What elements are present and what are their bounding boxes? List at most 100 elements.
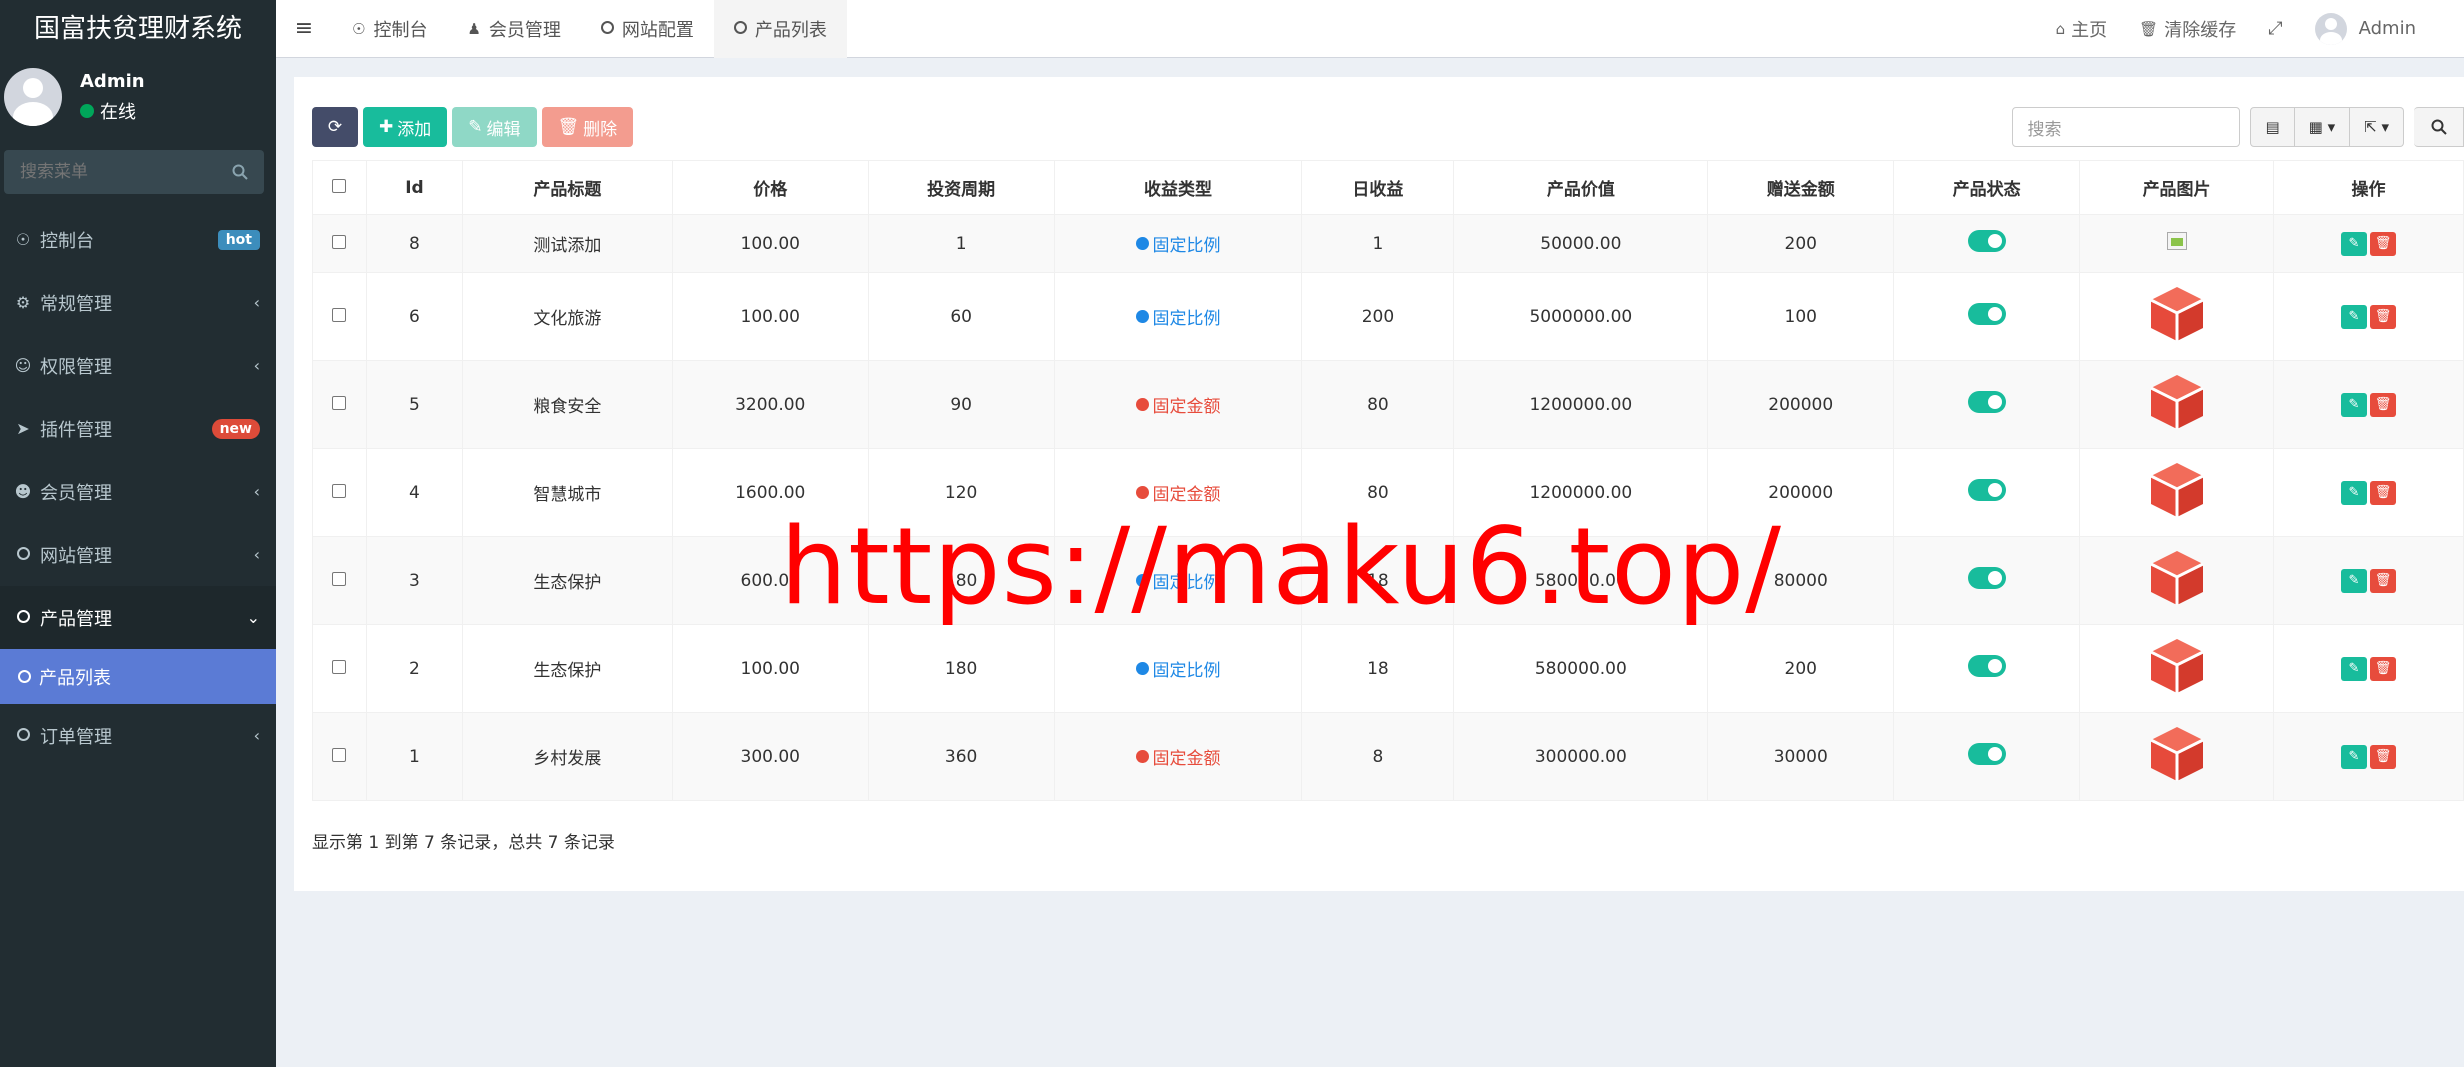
table-row[interactable]: 1 乡村发展 300.00 360 固定金额 8 300000.00 30000… (312, 712, 2464, 801)
row-delete-button[interactable]: 🗑 (2370, 568, 2396, 593)
row-checkbox[interactable] (332, 747, 347, 762)
delete-button[interactable]: 🗑 删除 (541, 107, 634, 147)
column-header[interactable]: 产品图片 (2079, 160, 2275, 215)
refresh-button[interactable]: ⟳ (312, 107, 358, 147)
status-toggle[interactable] (1967, 743, 2006, 765)
sidebar-item-1[interactable]: ⚙ 常规管理 ‹ (0, 271, 276, 334)
user-menu[interactable]: Admin (2299, 12, 2432, 45)
cell-value: 580000.00 (1453, 624, 1709, 713)
cell-daily: 80 (1301, 360, 1455, 449)
column-header[interactable]: 投资周期 (867, 160, 1055, 215)
sidebar-item-7[interactable]: 订单管理 ‹ (0, 704, 276, 767)
toggle-view-button[interactable]: ▤ (2250, 107, 2295, 147)
trash-icon: 🗑 (2374, 236, 2392, 251)
column-header[interactable]: 赠送金额 (1707, 160, 1895, 215)
app-logo[interactable]: 国富扶贫理财系统 (0, 0, 276, 52)
table-row[interactable]: 6 文化旅游 100.00 60 固定比例 200 5000000.00 100… (312, 272, 2464, 361)
sidebar-item-label: 控制台 (40, 230, 94, 252)
cell-type: 固定比例 (1053, 214, 1303, 273)
column-header[interactable]: Id (365, 160, 463, 215)
cell-id: 6 (365, 272, 463, 361)
income-type-tag[interactable]: 固定金额 (1135, 744, 1221, 769)
sidebar-item-3[interactable]: ➤ 插件管理 new (0, 397, 276, 460)
row-delete-button[interactable]: 🗑 (2370, 231, 2396, 256)
nav-tab-3[interactable]: 产品列表 (713, 0, 847, 58)
search-icon[interactable] (232, 164, 248, 180)
row-edit-button[interactable]: ✎ (2341, 656, 2367, 681)
column-header[interactable]: 产品标题 (461, 160, 673, 215)
row-delete-button[interactable]: 🗑 (2370, 392, 2396, 417)
clear-cache-link[interactable]: 🗑 清除缓存 (2123, 16, 2252, 42)
dashboard-icon: ☉ (15, 230, 31, 249)
row-delete-button[interactable]: 🗑 (2370, 656, 2396, 681)
home-link[interactable]: ⌂ 主页 (2040, 16, 2124, 42)
column-header[interactable]: 产品价值 (1453, 160, 1709, 215)
row-edit-button[interactable]: ✎ (2341, 304, 2367, 329)
sidebar-item-2[interactable]: ☺ 权限管理 ‹ (0, 334, 276, 397)
submenu-item-product-list[interactable]: 产品列表 (0, 649, 276, 704)
status-toggle[interactable] (1967, 391, 2006, 413)
row-checkbox[interactable] (332, 659, 347, 674)
edit-button[interactable]: ✎ 编辑 (452, 107, 537, 147)
table-tools: 搜索 ▤ ▦ ▾ ⇱ ▾ (2012, 107, 2464, 147)
column-header[interactable]: 产品状态 (1893, 160, 2081, 215)
product-cube-image (2149, 375, 2204, 429)
cell-daily: 8 (1301, 712, 1455, 801)
status-toggle[interactable] (1967, 230, 2006, 252)
row-delete-button[interactable]: 🗑 (2370, 480, 2396, 505)
status-toggle[interactable] (1967, 303, 2006, 325)
row-checkbox[interactable] (332, 483, 347, 498)
income-type-tag[interactable]: 固定比例 (1135, 304, 1221, 329)
cell-value: 1200000.00 (1453, 360, 1709, 449)
pencil-icon: ✎ (468, 117, 483, 137)
row-checkbox[interactable] (332, 234, 347, 249)
sidebar-item-5[interactable]: 网站管理 ‹ (0, 523, 276, 586)
row-delete-button[interactable]: 🗑 (2370, 304, 2396, 329)
row-checkbox[interactable] (332, 571, 347, 586)
row-checkbox[interactable] (332, 395, 347, 410)
refresh-icon: ⟳ (327, 117, 343, 137)
row-edit-button[interactable]: ✎ (2341, 231, 2367, 256)
row-delete-button[interactable]: 🗑 (2370, 744, 2396, 769)
table-row[interactable]: 8 测试添加 100.00 1 固定比例 1 50000.00 200 ✎ 🗑 (312, 214, 2464, 273)
select-all-checkbox[interactable] (332, 178, 347, 193)
export-button[interactable]: ⇱ ▾ (2350, 107, 2404, 147)
sidebar-item-0[interactable]: ☉ 控制台 hot (0, 208, 276, 271)
status-toggle[interactable] (1967, 567, 2006, 589)
income-type-tag[interactable]: 固定比例 (1135, 656, 1221, 681)
column-header[interactable]: 日收益 (1301, 160, 1455, 215)
income-type-tag[interactable]: 固定金额 (1135, 480, 1221, 505)
row-edit-button[interactable]: ✎ (2341, 744, 2367, 769)
status-toggle[interactable] (1967, 479, 2006, 501)
sidebar-item-6[interactable]: 产品管理 ⌄ (0, 586, 276, 649)
nav-tab-2[interactable]: 网站配置 (581, 0, 714, 58)
columns-button[interactable]: ▦ ▾ (2294, 107, 2351, 147)
fullscreen-icon[interactable]: ⤢ (2252, 18, 2298, 39)
column-header[interactable]: 价格 (671, 160, 869, 215)
user-circle-icon: ☻ (14, 482, 32, 501)
cell-bonus: 200000 (1707, 360, 1895, 449)
sidebar-toggle-icon[interactable]: ≡ (276, 0, 332, 58)
column-header[interactable]: 操作 (2273, 160, 2464, 215)
cell-id: 8 (365, 214, 463, 273)
menu-search-input[interactable] (20, 162, 220, 182)
nav-tab-0[interactable]: ☉ 控制台 (332, 0, 447, 58)
user-status: 在线 (80, 98, 145, 124)
row-edit-button[interactable]: ✎ (2341, 568, 2367, 593)
cell-actions: ✎ 🗑 (2273, 536, 2464, 625)
income-type-tag[interactable]: 固定比例 (1135, 231, 1221, 256)
row-checkbox[interactable] (332, 307, 347, 322)
status-toggle[interactable] (1967, 655, 2006, 677)
table-search-input[interactable]: 搜索 (2012, 107, 2241, 147)
table-row[interactable]: 2 生态保护 100.00 180 固定比例 18 580000.00 200 … (312, 624, 2464, 713)
income-type-tag[interactable]: 固定金额 (1135, 392, 1221, 417)
cell-daily: 200 (1301, 272, 1455, 361)
column-header[interactable]: 收益类型 (1053, 160, 1303, 215)
advanced-search-button[interactable] (2414, 107, 2464, 147)
row-edit-button[interactable]: ✎ (2341, 392, 2367, 417)
row-edit-button[interactable]: ✎ (2341, 480, 2367, 505)
sidebar-item-4[interactable]: ☻ 会员管理 ‹ (0, 460, 276, 523)
add-button[interactable]: ✚ 添加 (363, 107, 448, 147)
table-row[interactable]: 5 粮食安全 3200.00 90 固定金额 80 1200000.00 200… (312, 360, 2464, 449)
nav-tab-1[interactable]: ♟ 会员管理 (447, 0, 580, 58)
